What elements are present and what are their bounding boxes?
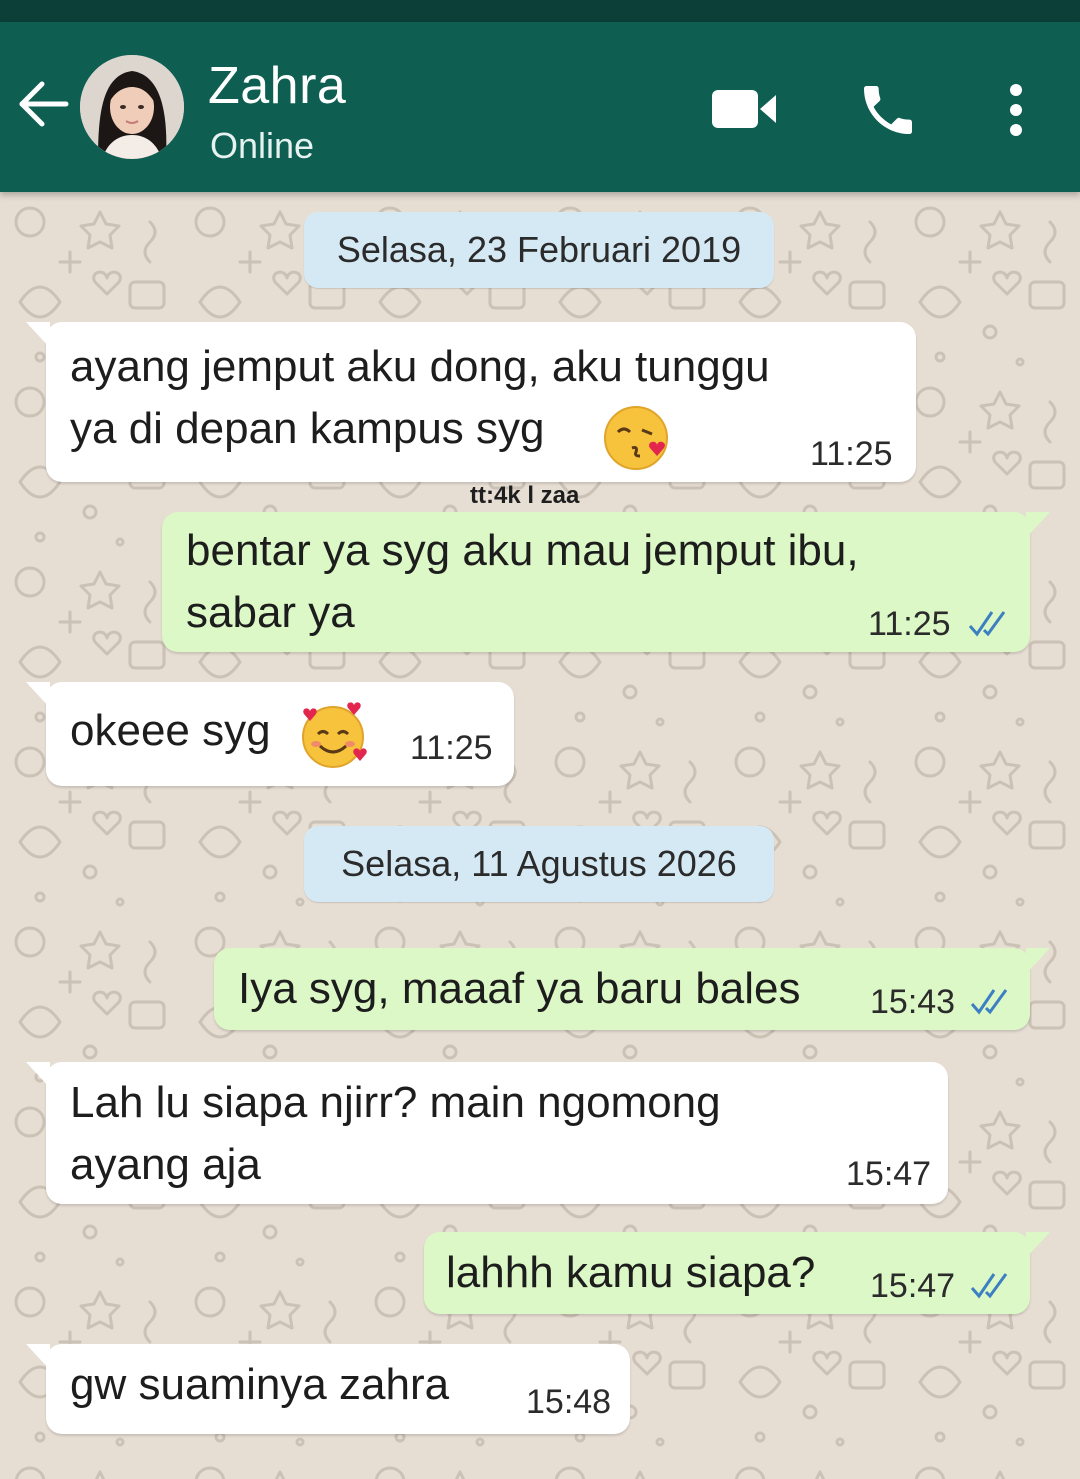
incoming-message[interactable]: gw suaminya zahra 15:48 [26,1344,630,1434]
contact-name[interactable]: Zahra [208,56,346,116]
outgoing-message[interactable]: lahhh kamu siapa? 15:47 [424,1232,1050,1314]
outgoing-message[interactable]: Iya syg, maaaf ya baru bales 15:43 [214,948,1050,1030]
double-check-icon [970,989,1008,1015]
vertical-dots-icon [1010,84,1022,136]
double-check-icon [970,1273,1008,1299]
watermark-text: tt:4k l zaa [470,482,580,509]
message-text: gw suaminya zahra [70,1360,450,1409]
message-time: 11:25 [868,605,951,643]
message-time: 11:25 [410,729,493,767]
video-camera-icon [712,90,776,128]
voice-call-button[interactable] [856,78,920,142]
message-time: 15:48 [526,1383,612,1421]
chat-screen: Zahra Online tt:4k l zaa Selasa, 23 Febr… [0,0,1080,1479]
face-blowing-kiss-emoji [604,406,668,470]
message-text: lahhh kamu siapa? [446,1248,816,1297]
date-divider: Selasa, 11 Agustus 2026 [304,826,774,902]
double-check-icon [968,611,1006,637]
more-options-button[interactable] [996,78,1036,142]
video-call-button[interactable] [708,84,780,134]
message-time: 11:25 [810,435,893,473]
message-text: Iya syg, maaaf ya baru bales [238,964,801,1013]
back-button[interactable] [14,74,74,134]
incoming-message[interactable]: ayang jemput aku dong, aku tunggu ya di … [26,322,916,482]
status-bar [0,0,1080,22]
chat-header: Zahra Online [0,22,1080,192]
message-text: bentar ya syg aku mau jemput ibu, sabar … [186,526,859,637]
message-time: 15:47 [846,1155,932,1193]
message-time: 15:47 [870,1267,956,1305]
incoming-message[interactable]: Lah lu siapa njirr? main ngomong ayang a… [26,1062,948,1204]
message-list[interactable]: tt:4k l zaa Selasa, 23 Februari 2019 aya… [0,192,1080,1479]
smiling-face-with-hearts-emoji [302,702,367,768]
arrow-left-icon [19,81,69,127]
message-text: Lah lu siapa njirr? main ngomong ayang a… [70,1078,721,1189]
date-divider: Selasa, 23 Februari 2019 [304,212,774,288]
incoming-message[interactable]: okeee syg 11:25 [26,682,514,786]
message-time: 15:43 [870,983,956,1021]
message-text: okeee syg [70,706,271,755]
outgoing-message[interactable]: bentar ya syg aku mau jemput ibu, sabar … [162,512,1050,652]
avatar[interactable] [80,55,184,159]
contact-status: Online [210,125,315,166]
profile-photo [80,55,184,159]
phone-icon [864,86,912,134]
